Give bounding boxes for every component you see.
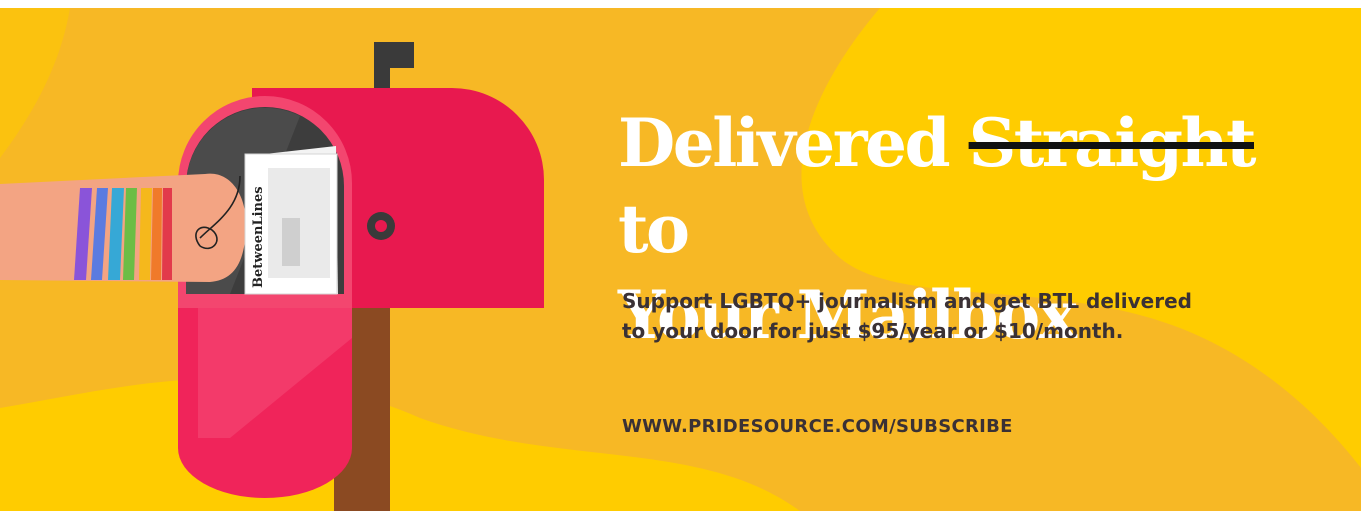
subtext-line2: to your door for just $95/year or $10/mo… xyxy=(622,319,1124,343)
newspaper-title: BetweenLines xyxy=(251,186,266,288)
mailbox-illustration: BetweenLines xyxy=(0,42,544,511)
subtext: Support LGBTQ+ journalism and get BTL de… xyxy=(622,286,1322,346)
mailbox-flag xyxy=(374,42,414,68)
headline-struck-word: Straight xyxy=(968,104,1257,182)
subscribe-link[interactable]: WWW.PRIDESOURCE.COM/SUBSCRIBE xyxy=(622,416,1013,437)
subtext-line1: Support LGBTQ+ journalism and get BTL de… xyxy=(622,289,1192,313)
headline-part2: to xyxy=(618,190,690,268)
headline-part1: Delivered xyxy=(618,104,969,182)
subscription-banner: BetweenLines Delivered Straight to Your … xyxy=(0,8,1361,511)
